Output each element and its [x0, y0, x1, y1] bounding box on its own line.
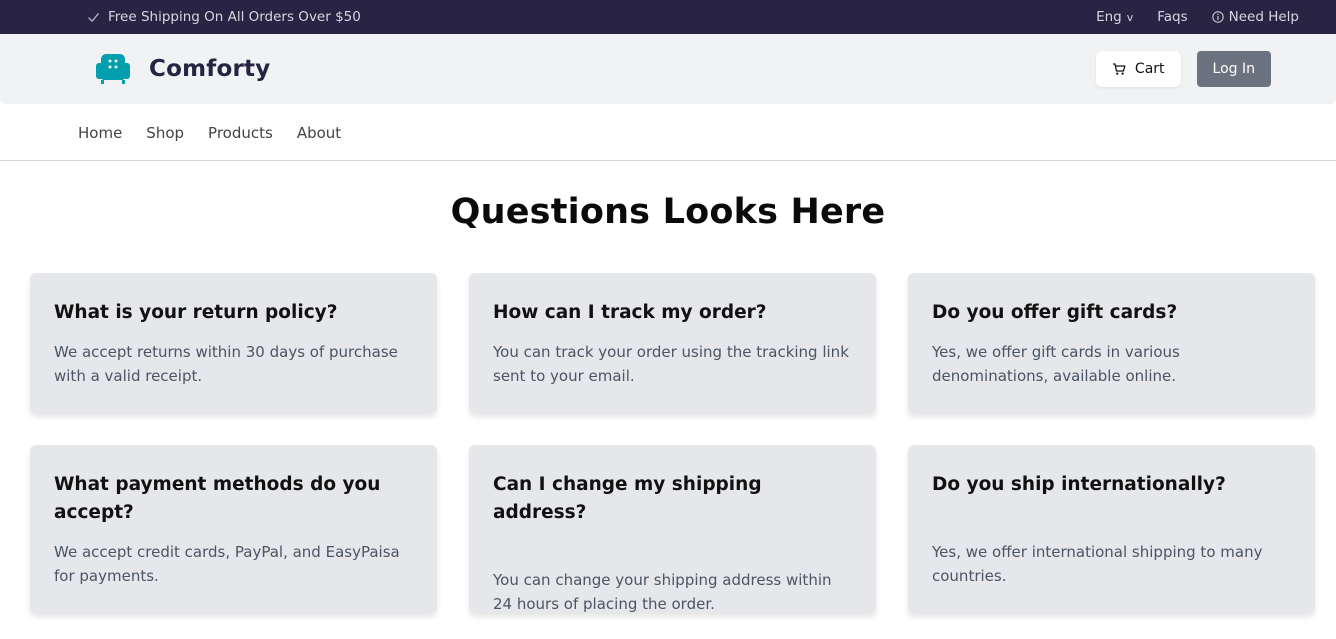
- cart-icon: [1112, 63, 1126, 75]
- faq-card: What payment methods do you accept? We a…: [30, 445, 437, 613]
- nav-item-about[interactable]: About: [297, 124, 341, 142]
- header-actions: Cart Log In: [1095, 51, 1271, 87]
- chevron-down-icon: v: [1126, 10, 1134, 24]
- nav-item-products[interactable]: Products: [208, 124, 273, 142]
- shipping-promo-text: Free Shipping On All Orders Over $50: [108, 9, 361, 25]
- faq-answer: Yes, we offer international shipping to …: [932, 543, 1263, 585]
- armchair-logo-icon: [96, 54, 130, 84]
- info-icon: [1211, 11, 1224, 23]
- nav-item-home[interactable]: Home: [78, 124, 122, 142]
- check-icon: [88, 12, 99, 22]
- main-nav: Home Shop Products About: [0, 104, 1336, 161]
- top-bar-links: Eng v Faqs Need Help: [1096, 0, 1299, 34]
- page-title: Questions Looks Here: [450, 192, 886, 232]
- faqs-label: Faqs: [1157, 9, 1188, 25]
- nav-item-shop[interactable]: Shop: [146, 124, 184, 142]
- faq-card: What is your return policy? We accept re…: [30, 273, 437, 413]
- cart-button[interactable]: Cart: [1095, 51, 1181, 87]
- faq-answer: We accept returns within 30 days of purc…: [54, 343, 398, 385]
- faq-answer: Yes, we offer gift cards in various deno…: [932, 343, 1180, 385]
- need-help-label: Need Help: [1228, 9, 1299, 25]
- faq-question: How can I track my order?: [493, 302, 767, 323]
- brand-name: Comforty: [149, 56, 271, 82]
- need-help-link[interactable]: Need Help: [1211, 9, 1299, 25]
- faq-question: Do you ship internationally?: [932, 474, 1226, 495]
- faq-answer: You can change your shipping address wit…: [493, 571, 832, 613]
- language-select[interactable]: Eng v: [1096, 9, 1133, 25]
- brand-logo[interactable]: Comforty: [95, 51, 270, 87]
- shipping-promo: Free Shipping On All Orders Over $50: [87, 0, 361, 34]
- top-bar: Free Shipping On All Orders Over $50 Eng…: [0, 0, 1336, 34]
- faq-question: What payment methods do you accept?: [54, 474, 381, 523]
- faq-card: Do you ship internationally? Yes, we off…: [908, 445, 1315, 613]
- faq-card: Do you offer gift cards? Yes, we offer g…: [908, 273, 1315, 413]
- faq-answer: You can track your order using the track…: [493, 343, 849, 385]
- faq-card: How can I track my order? You can track …: [469, 273, 876, 413]
- faq-question: Do you offer gift cards?: [932, 302, 1178, 323]
- language-label: Eng: [1096, 9, 1122, 25]
- faq-card: Can I change my shipping address? You ca…: [469, 445, 876, 613]
- faq-answer: We accept credit cards, PayPal, and Easy…: [54, 543, 400, 585]
- login-button[interactable]: Log In: [1196, 51, 1271, 87]
- faq-question: What is your return policy?: [54, 302, 338, 323]
- faq-question: Can I change my shipping address?: [493, 474, 762, 523]
- site-header: Comforty Cart Log In: [0, 34, 1336, 104]
- cart-label: Cart: [1134, 61, 1165, 77]
- nav-list: Home Shop Products About: [78, 104, 341, 161]
- faqs-link[interactable]: Faqs: [1157, 9, 1187, 25]
- faq-grid: What is your return policy? We accept re…: [30, 273, 1315, 613]
